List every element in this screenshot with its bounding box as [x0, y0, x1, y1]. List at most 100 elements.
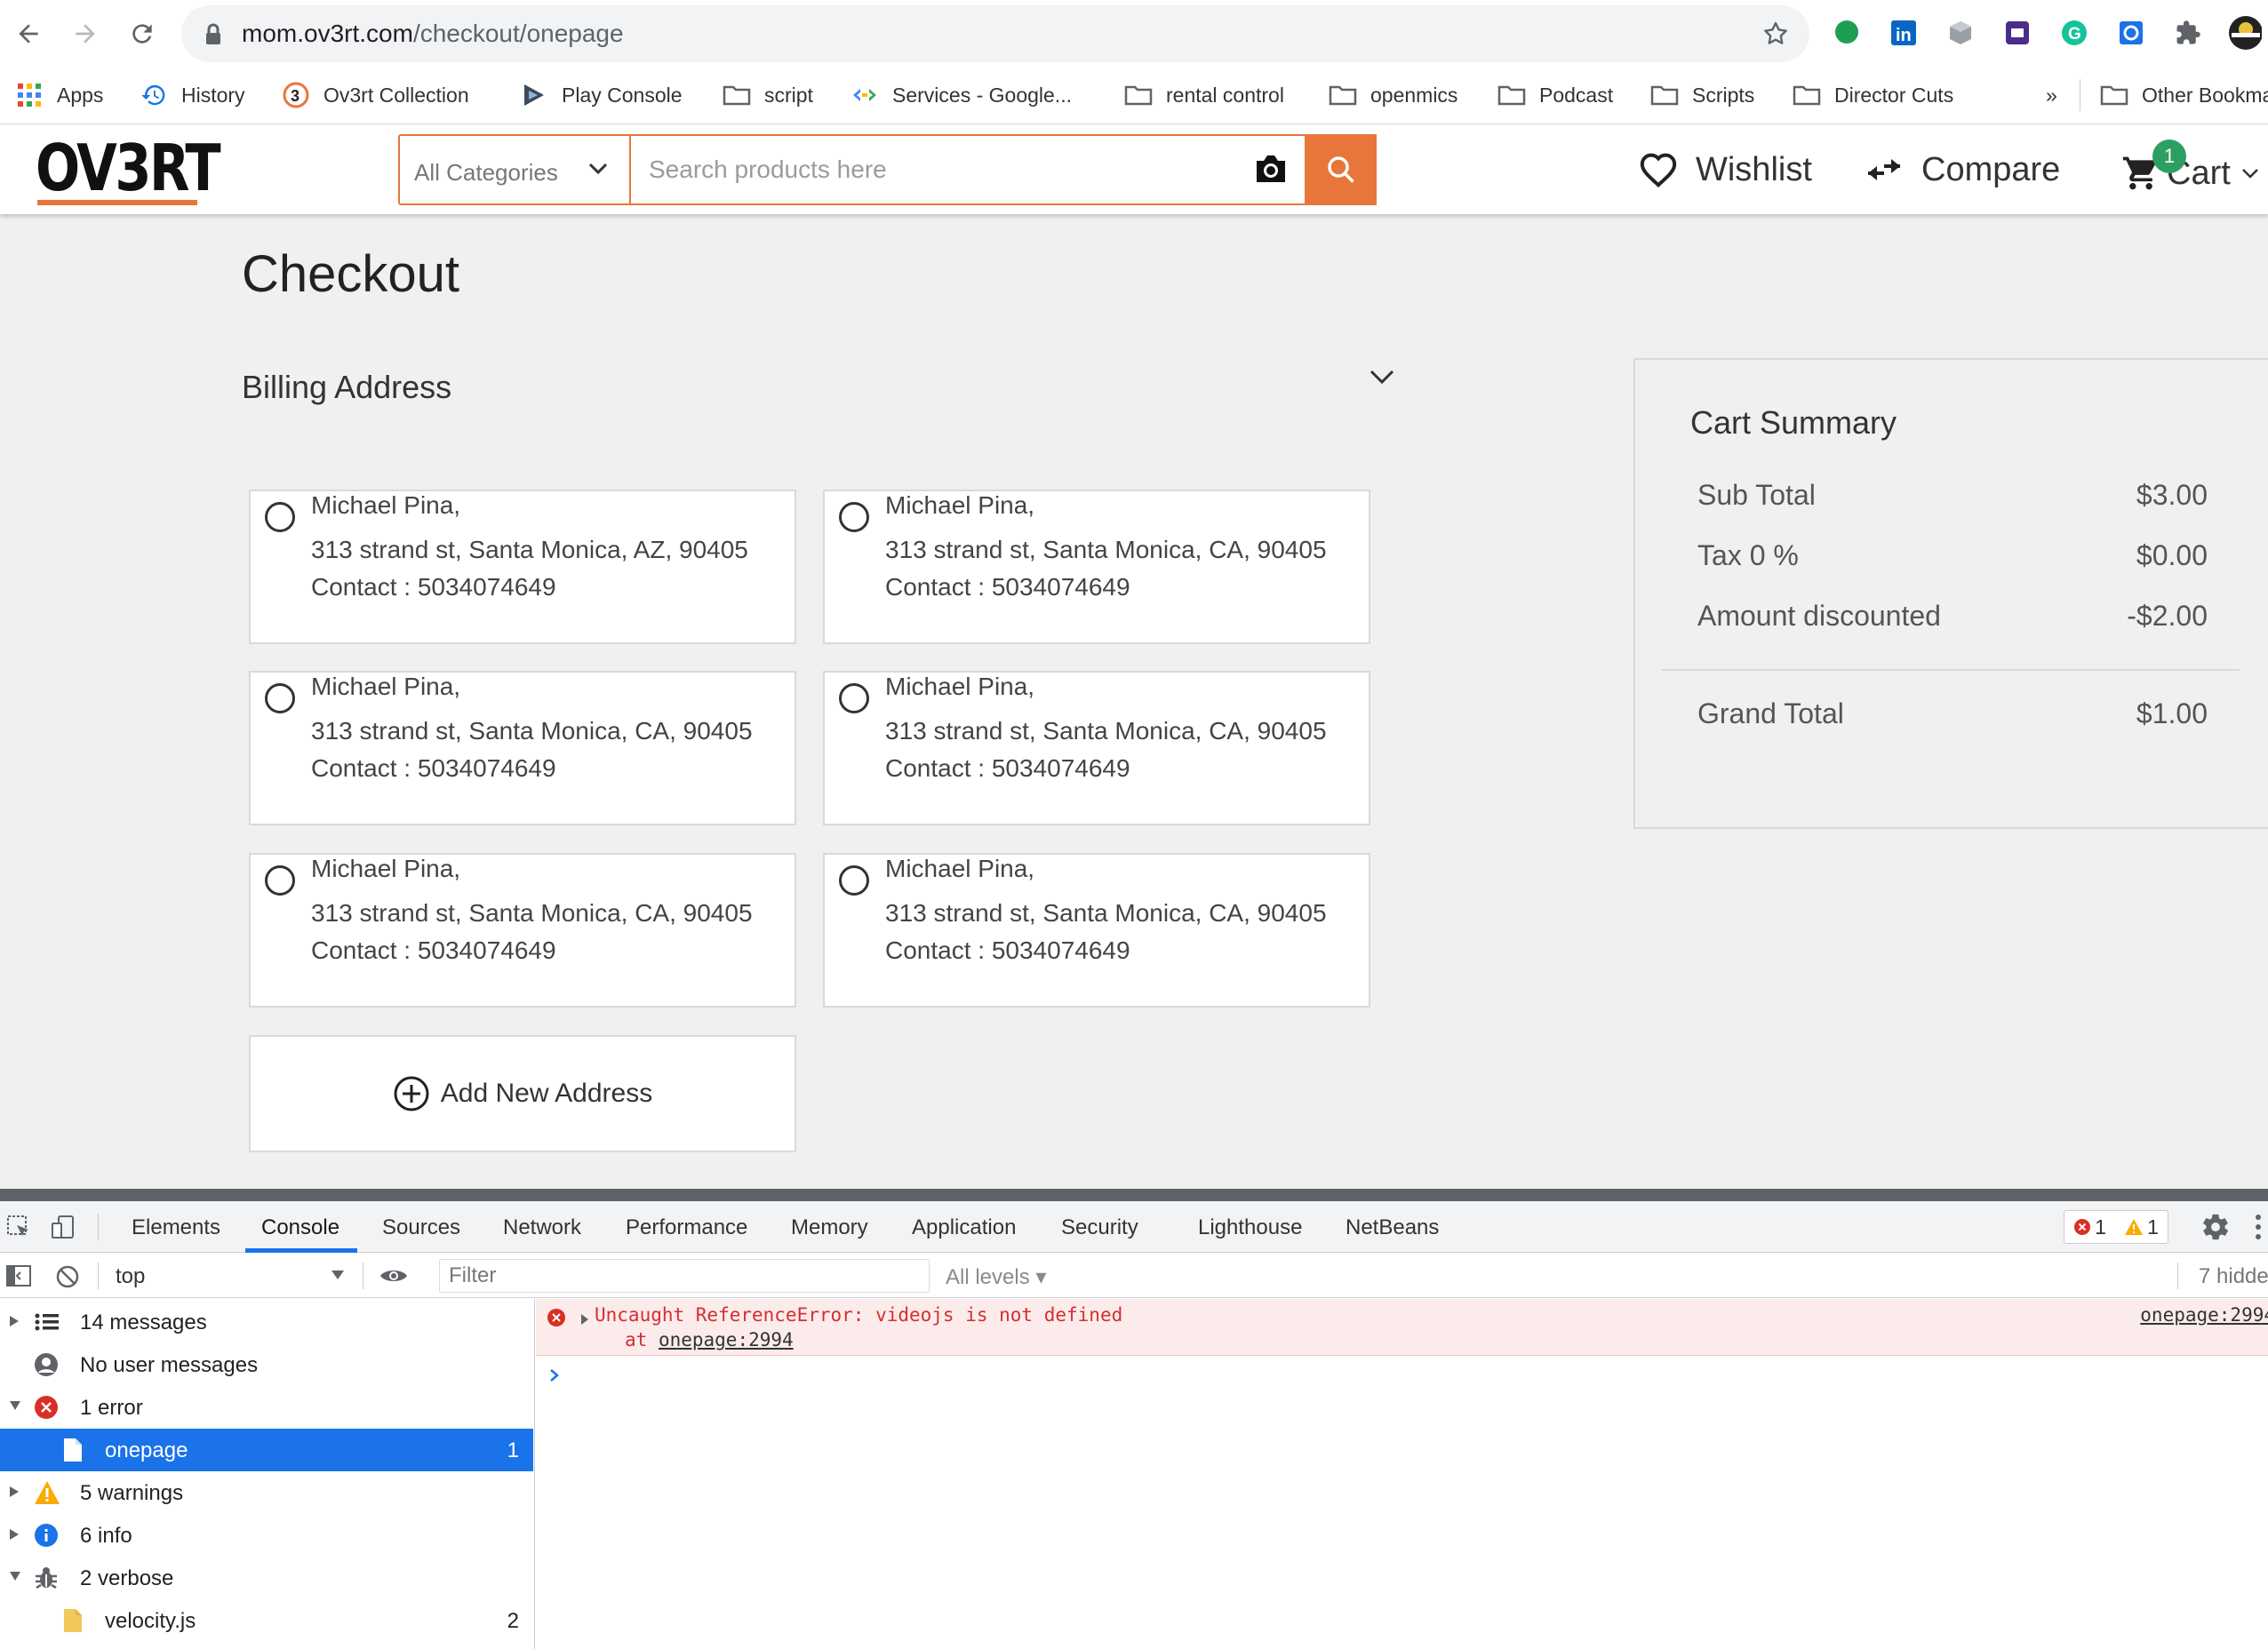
error-circle-icon	[2074, 1219, 2091, 1235]
bookmark-apps[interactable]: Apps	[14, 77, 103, 113]
bookmark-podcast[interactable]: Podcast	[1497, 77, 1613, 113]
linkedin-icon[interactable]: in	[1887, 16, 1921, 50]
tab-security[interactable]: Security	[1061, 1215, 1138, 1240]
console-prompt-icon[interactable]	[548, 1366, 561, 1384]
tab-memory[interactable]: Memory	[791, 1215, 868, 1240]
address-radio[interactable]	[839, 502, 869, 532]
address-card[interactable]: Michael Pina, 313 strand st, Santa Monic…	[823, 853, 1370, 1008]
tab-lighthouse[interactable]: Lighthouse	[1198, 1215, 1302, 1240]
address-radio[interactable]	[265, 502, 295, 532]
address-radio[interactable]	[839, 865, 869, 896]
add-circle-icon	[394, 1076, 429, 1111]
hidden-messages-count: 7 hidden	[2199, 1264, 2268, 1288]
screenshot-extension-icon[interactable]	[2114, 16, 2148, 50]
bookmark-label: Podcast	[1539, 83, 1614, 107]
bookmark-script[interactable]: script	[722, 77, 813, 113]
search-button[interactable]	[1305, 134, 1377, 205]
bookmark-rental-control[interactable]: rental control	[1123, 77, 1284, 113]
sidebar-item-errors[interactable]: 1 error	[0, 1386, 533, 1429]
search-input[interactable]	[633, 136, 1255, 203]
billing-address-header[interactable]: Billing Address	[242, 363, 1397, 417]
back-button[interactable]	[11, 16, 46, 52]
device-toolbar-icon[interactable]	[50, 1214, 76, 1240]
tab-netbeans[interactable]: NetBeans	[1346, 1215, 1439, 1240]
address-radio[interactable]	[265, 683, 295, 713]
bookmark-openmics[interactable]: openmics	[1328, 77, 1457, 113]
tab-performance[interactable]: Performance	[626, 1215, 747, 1240]
tab-elements[interactable]: Elements	[132, 1215, 220, 1240]
folder-icon	[1649, 82, 1680, 108]
sidebar-item-info[interactable]: 6 info	[0, 1514, 533, 1557]
error-circle-icon	[35, 1396, 58, 1419]
console-error-message[interactable]: Uncaught ReferenceError: videojs is not …	[536, 1299, 2268, 1356]
devtools-resize-handle[interactable]	[0, 1189, 2268, 1201]
inspect-element-icon[interactable]	[5, 1214, 32, 1240]
bookmark-scripts[interactable]: Scripts	[1649, 77, 1754, 113]
bookmark-history[interactable]: History	[139, 77, 245, 113]
context-select[interactable]: top	[116, 1264, 145, 1289]
summary-value: -$2.00	[2127, 600, 2208, 632]
error-stack-line: at onepage:2994	[625, 1329, 794, 1350]
sidebar-item-onepage[interactable]: onepage 1	[0, 1429, 533, 1471]
tab-network[interactable]: Network	[503, 1215, 581, 1240]
address-card[interactable]: Michael Pina, 313 strand st, Santa Monic…	[823, 671, 1370, 825]
address-line: 313 strand st, Santa Monica, CA, 90405	[885, 717, 1327, 745]
address-contact: Contact : 5034074649	[311, 754, 556, 782]
category-select[interactable]: All Categories	[400, 136, 631, 203]
gear-icon[interactable]	[2200, 1212, 2231, 1242]
grammarly-icon[interactable]: G	[2057, 16, 2091, 50]
tab-console[interactable]: Console	[261, 1215, 339, 1240]
wishlist-link[interactable]: Wishlist	[1639, 145, 1812, 195]
eye-icon[interactable]	[379, 1266, 409, 1286]
ov3rt-favicon-icon: 3	[281, 82, 311, 108]
address-contact: Contact : 5034074649	[885, 573, 1130, 601]
bookmarks-overflow-button[interactable]: »	[2046, 77, 2057, 113]
info-circle-icon	[35, 1524, 58, 1547]
profile-avatar-icon[interactable]	[2228, 16, 2262, 50]
bookmark-services-google[interactable]: Services - Google...	[850, 77, 1072, 113]
log-levels-select[interactable]: All levels ▾	[946, 1264, 1046, 1290]
forward-button[interactable]	[68, 16, 103, 52]
address-radio[interactable]	[839, 683, 869, 713]
site-logo[interactable]: OV3RT	[36, 132, 221, 203]
sidebar-item-messages[interactable]: 14 messages	[0, 1301, 533, 1343]
clear-console-icon[interactable]	[55, 1264, 80, 1289]
console-filter-input[interactable]	[439, 1259, 930, 1293]
stack-link[interactable]: onepage:2994	[659, 1329, 794, 1350]
sidebar-item-user-messages[interactable]: No user messages	[0, 1343, 533, 1386]
bookmark-ov3rt-collection[interactable]: 3 Ov3rt Collection	[281, 77, 469, 113]
compare-link[interactable]: Compare	[1865, 145, 2060, 195]
sidebar-item-label: velocity.js	[105, 1609, 196, 1633]
error-source-link[interactable]: onepage:2994	[2140, 1304, 2268, 1326]
puzzle-extensions-icon[interactable]	[2171, 16, 2205, 50]
bookmark-play-console[interactable]: Play Console	[519, 77, 683, 113]
warning-triangle-icon	[35, 1481, 60, 1504]
more-options-icon[interactable]	[2254, 1212, 2263, 1242]
expand-triangle-icon	[10, 1486, 19, 1497]
google-services-icon	[850, 82, 880, 108]
address-contact: Contact : 5034074649	[885, 936, 1130, 964]
reload-button[interactable]	[124, 16, 160, 52]
sidebar-toggle-icon[interactable]	[5, 1264, 32, 1287]
add-new-address-button[interactable]: Add New Address	[249, 1035, 796, 1152]
address-card[interactable]: Michael Pina, 313 strand st, Santa Monic…	[249, 853, 796, 1008]
bookmark-director-cuts[interactable]: Director Cuts	[1792, 77, 1953, 113]
address-bar[interactable]: mom.ov3rt.com/checkout/onepage	[181, 5, 1809, 62]
sidebar-item-velocity[interactable]: velocity.js 2	[0, 1599, 533, 1642]
cart-link[interactable]: Cart	[2120, 148, 2259, 198]
tab-application[interactable]: Application	[912, 1215, 1016, 1240]
sidebar-item-verbose[interactable]: 2 verbose	[0, 1557, 533, 1599]
forward-arrow-icon	[76, 24, 95, 44]
address-card[interactable]: Michael Pina, 313 strand st, Santa Monic…	[249, 490, 796, 644]
tab-sources[interactable]: Sources	[382, 1215, 460, 1240]
purple-extension-icon[interactable]	[2000, 16, 2034, 50]
extension-green-icon[interactable]	[1830, 16, 1864, 50]
cube-extension-icon[interactable]	[1944, 16, 1977, 50]
url-text[interactable]: mom.ov3rt.com/checkout/onepage	[242, 20, 624, 48]
issue-counts-button[interactable]: 1 1	[2064, 1210, 2168, 1244]
address-card[interactable]: Michael Pina, 313 strand st, Santa Monic…	[823, 490, 1370, 644]
address-card[interactable]: Michael Pina, 313 strand st, Santa Monic…	[249, 671, 796, 825]
sidebar-item-warnings[interactable]: 5 warnings	[0, 1471, 533, 1514]
address-radio[interactable]	[265, 865, 295, 896]
bookmark-other-bookmarks[interactable]: Other Bookmarks	[2099, 77, 2268, 113]
